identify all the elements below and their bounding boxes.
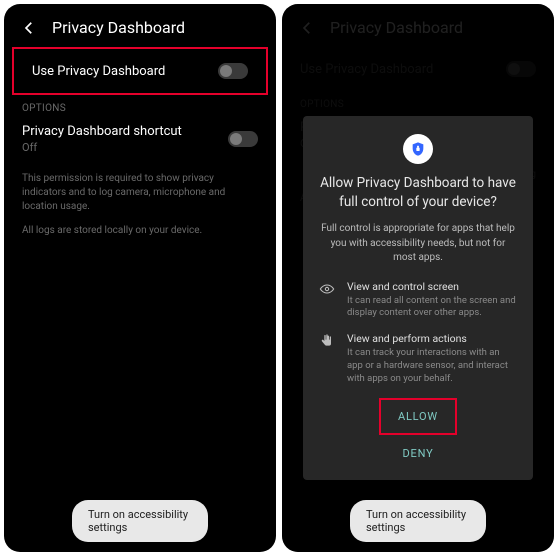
feature2-title: View and perform actions bbox=[347, 332, 517, 345]
feature1-body: It can read all content on the screen an… bbox=[347, 295, 517, 321]
header: Privacy Dashboard bbox=[4, 4, 276, 47]
left-screen: Privacy Dashboard Use Privacy Dashboard … bbox=[4, 4, 276, 552]
shortcut-toggle[interactable] bbox=[228, 131, 258, 147]
permission-description: This permission is required to show priv… bbox=[4, 164, 276, 222]
permission-dialog: Allow Privacy Dashboard to have full con… bbox=[303, 116, 533, 479]
deny-button[interactable]: DENY bbox=[319, 437, 517, 470]
header-title: Privacy Dashboard bbox=[52, 18, 185, 37]
hand-icon bbox=[319, 332, 337, 385]
dialog-body: Full control is appropriate for apps tha… bbox=[319, 222, 517, 266]
highlight-allow: ALLOW bbox=[379, 398, 457, 435]
back-icon[interactable] bbox=[20, 19, 38, 37]
app-icon bbox=[403, 134, 433, 164]
allow-button[interactable]: ALLOW bbox=[381, 400, 455, 433]
storage-description: All logs are stored locally on your devi… bbox=[4, 222, 276, 246]
eye-icon bbox=[319, 280, 337, 321]
dialog-title: Allow Privacy Dashboard to have full con… bbox=[319, 174, 517, 212]
shortcut-row[interactable]: Privacy Dashboard shortcut Off bbox=[4, 118, 276, 164]
shortcut-label: Privacy Dashboard shortcut bbox=[22, 124, 182, 139]
accessibility-pill[interactable]: Turn on accessibility settings bbox=[350, 500, 486, 542]
feature1-title: View and control screen bbox=[347, 280, 517, 293]
use-privacy-label: Use Privacy Dashboard bbox=[32, 64, 165, 79]
feature-view-screen: View and control screen It can read all … bbox=[319, 280, 517, 321]
options-header: OPTIONS bbox=[4, 95, 276, 118]
dialog-backdrop: Allow Privacy Dashboard to have full con… bbox=[282, 4, 554, 552]
highlight-use-privacy: Use Privacy Dashboard bbox=[12, 47, 268, 95]
feature-perform-actions: View and perform actions It can track yo… bbox=[319, 332, 517, 385]
accessibility-pill[interactable]: Turn on accessibility settings bbox=[72, 500, 208, 542]
use-privacy-row[interactable]: Use Privacy Dashboard bbox=[14, 49, 266, 93]
feature2-body: It can track your interactions with an a… bbox=[347, 347, 517, 385]
use-privacy-toggle[interactable] bbox=[218, 63, 248, 79]
shortcut-state: Off bbox=[22, 141, 182, 154]
right-screen: Privacy Dashboard Use Privacy Dashboard … bbox=[282, 4, 554, 552]
